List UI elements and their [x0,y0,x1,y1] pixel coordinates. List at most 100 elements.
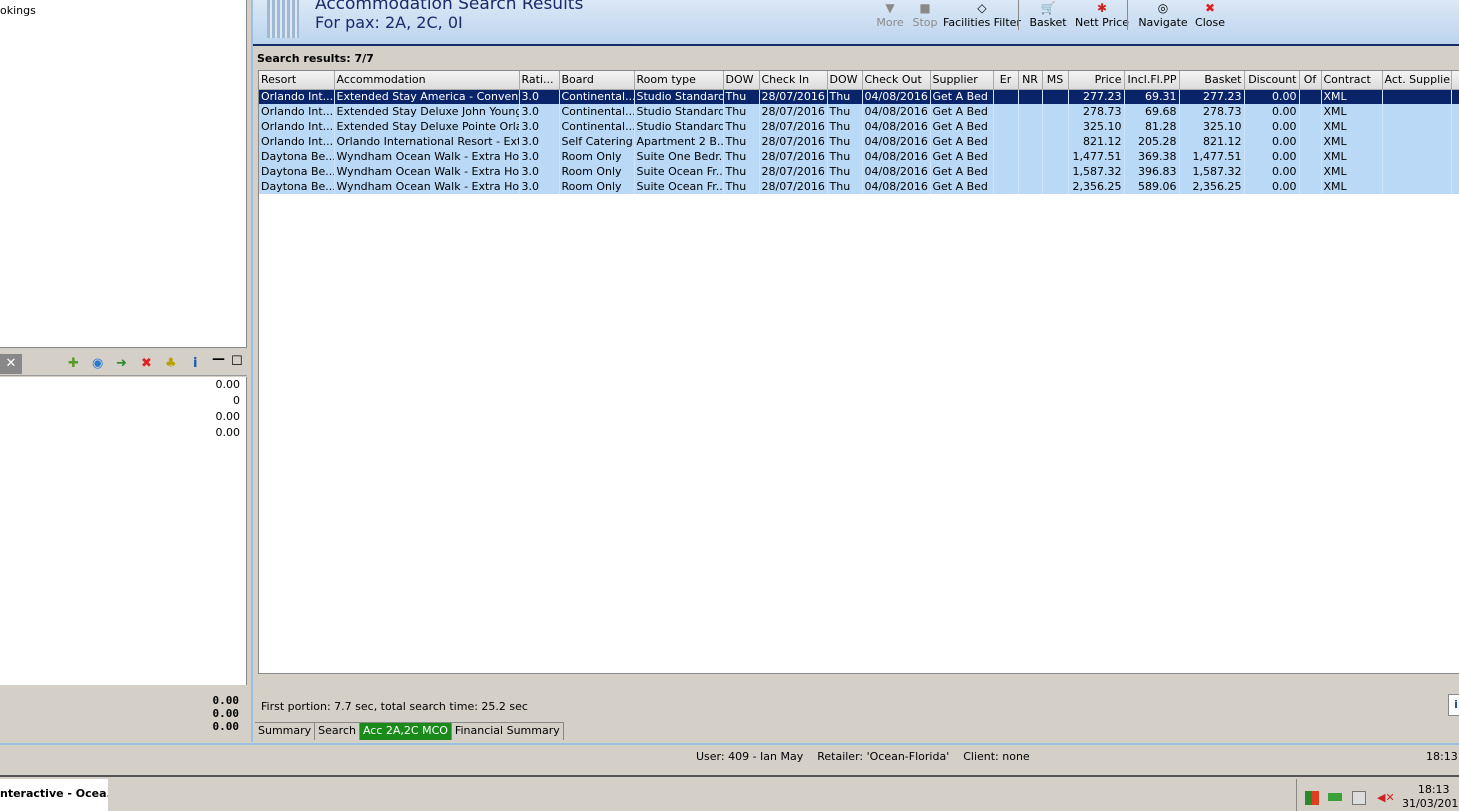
column-header[interactable]: Price [1068,71,1125,90]
column-header[interactable]: Incl.Fl.PP [1124,71,1180,90]
value-row: 0.00 [215,426,241,439]
toolbar-nett-price-button[interactable]: ✱ Nett Price [1072,0,1132,29]
table-cell [993,134,1019,149]
basket-icon: 🛒 [1040,1,1056,15]
tab-financial-summary[interactable]: Financial Summary [452,723,564,740]
minimize-icon[interactable]: — [212,352,225,367]
table-cell: 28/07/2016 [759,89,828,104]
table-cell: Extended Stay Deluxe Pointe Orla... [334,119,520,134]
table-cell: 28/07/2016 [759,104,828,119]
table-cell-filler [1451,119,1459,134]
column-header[interactable]: Contract [1321,71,1383,90]
island-icon[interactable]: ♣ [165,356,177,371]
table-cell: 3.0 [519,164,560,179]
table-row[interactable]: Orlando Int... Extended Stay Deluxe Point… [259,119,1459,134]
total-value: 0.00 [212,720,240,733]
table-cell: 369.38 [1124,149,1180,164]
table-cell [1299,119,1322,134]
table-row[interactable]: Daytona Be... Wyndham Ocean Walk - Extra … [259,149,1459,164]
value-row: 0.00 [215,410,241,423]
column-header[interactable]: Er [993,71,1019,90]
table-cell: Orlando International Resort - Ext... [334,134,520,149]
column-header[interactable]: DOW [723,71,760,90]
column-header[interactable]: DOW [827,71,863,90]
volume-muted-icon[interactable]: ◀✕ [1377,791,1395,805]
clock-time: 18:13 [1417,783,1450,796]
table-row[interactable]: Daytona Be... Wyndham Ocean Walk - Extra … [259,179,1459,194]
status-time: 18:13 [1426,750,1458,763]
table-cell: 28/07/2016 [759,179,828,194]
table-cell: Suite Ocean Fr... [634,164,724,179]
tab-acc-2a-2c-mco[interactable]: Acc 2A,2C MCO [359,723,452,740]
table-cell: Thu [827,179,863,194]
network-icon[interactable] [1352,791,1366,805]
table-cell: 0.00 [1244,164,1300,179]
table-row[interactable]: Orlando Int... Extended Stay America - Co… [259,89,1459,104]
clock-icon[interactable]: ◉ [92,356,103,371]
table-row[interactable]: Orlando Int... Extended Stay Deluxe John … [259,104,1459,119]
table-cell-filler [1451,134,1459,149]
column-header[interactable]: NR [1018,71,1043,90]
info-icon[interactable]: i [193,356,197,371]
table-cell: Suite Ocean Fr... [634,179,724,194]
table-cell: 28/07/2016 [759,164,828,179]
antivirus-icon[interactable] [1305,791,1319,805]
toolbar-label: Navigate [1138,16,1188,29]
column-header[interactable]: Discount [1244,71,1300,90]
stop-icon: ■ [919,1,931,15]
table-cell: XML [1321,134,1383,149]
column-header[interactable]: Check In [759,71,828,90]
column-header[interactable]: Room type [634,71,724,90]
building-icon [267,0,299,38]
tab-search[interactable]: Search [315,723,360,740]
column-header[interactable]: Accommodation [334,71,520,90]
tab-summary[interactable]: Summary [255,723,316,740]
taskbar-app-button[interactable]: nteractive - Ocea... [0,779,108,811]
column-header[interactable]: Board [559,71,635,90]
table-cell-filler [1451,149,1459,164]
taskbar: nteractive - Ocea... ◀✕ 18:1331/03/2016 [0,775,1459,811]
table-cell: XML [1321,149,1383,164]
table-cell [993,164,1019,179]
table-cell: Wyndham Ocean Walk - Extra Holi... [334,179,520,194]
close-icon[interactable]: ✕ [0,354,22,374]
table-row[interactable]: Daytona Be... Wyndham Ocean Walk - Extra … [259,164,1459,179]
network-card-icon[interactable] [1328,793,1342,801]
toolbar-more-button[interactable]: ▼ More [872,0,908,29]
left-toolbar: ✕ ✚ ◉ ➜ ✖ ♣ i — ☐ [0,352,247,376]
table-cell-filler [1451,179,1459,194]
column-header[interactable]: Basket [1179,71,1245,90]
table-row[interactable]: Orlando Int... Orlando International Reso… [259,134,1459,149]
table-cell: Get A Bed [930,149,994,164]
column-header[interactable]: Act. Supplier [1382,71,1452,90]
basket-move-icon[interactable]: ➜ [116,356,127,371]
column-header[interactable]: MS [1042,71,1069,90]
table-cell [1382,149,1452,164]
table-cell: Daytona Be... [259,149,335,164]
table-cell: 04/08/2016 [862,89,931,104]
table-cell [993,104,1019,119]
column-header[interactable]: Supplier [930,71,994,90]
table-cell: Get A Bed [930,104,994,119]
info-button[interactable]: i [1448,694,1459,716]
table-cell: Get A Bed [930,134,994,149]
table-cell: Thu [723,104,760,119]
add-icon[interactable]: ✚ [68,356,79,371]
navigate-icon: ◎ [1157,1,1169,15]
toolbar-basket-button[interactable]: 🛒 Basket [1026,0,1070,29]
column-header[interactable]: Rati... [519,71,560,90]
table-cell: 0.00 [1244,119,1300,134]
toolbar-close-button[interactable]: ✖ Close [1190,0,1230,29]
column-header[interactable]: Resort [259,71,335,90]
table-cell: XML [1321,89,1383,104]
toolbar-facilities-filter-button[interactable]: ◇ Facilities Filter [942,0,1022,29]
toolbar-stop-button[interactable]: ■ Stop [907,0,943,29]
table-cell: 277.23 [1179,89,1245,104]
column-header[interactable]: Check Out [862,71,931,90]
toolbar-navigate-button[interactable]: ◎ Navigate [1135,0,1191,29]
column-header[interactable]: Of [1299,71,1322,90]
maximize-icon[interactable]: ☐ [231,354,243,369]
table-cell: Studio Standard [634,104,724,119]
delete-icon[interactable]: ✖ [141,356,152,371]
table-cell: 69.31 [1124,89,1180,104]
